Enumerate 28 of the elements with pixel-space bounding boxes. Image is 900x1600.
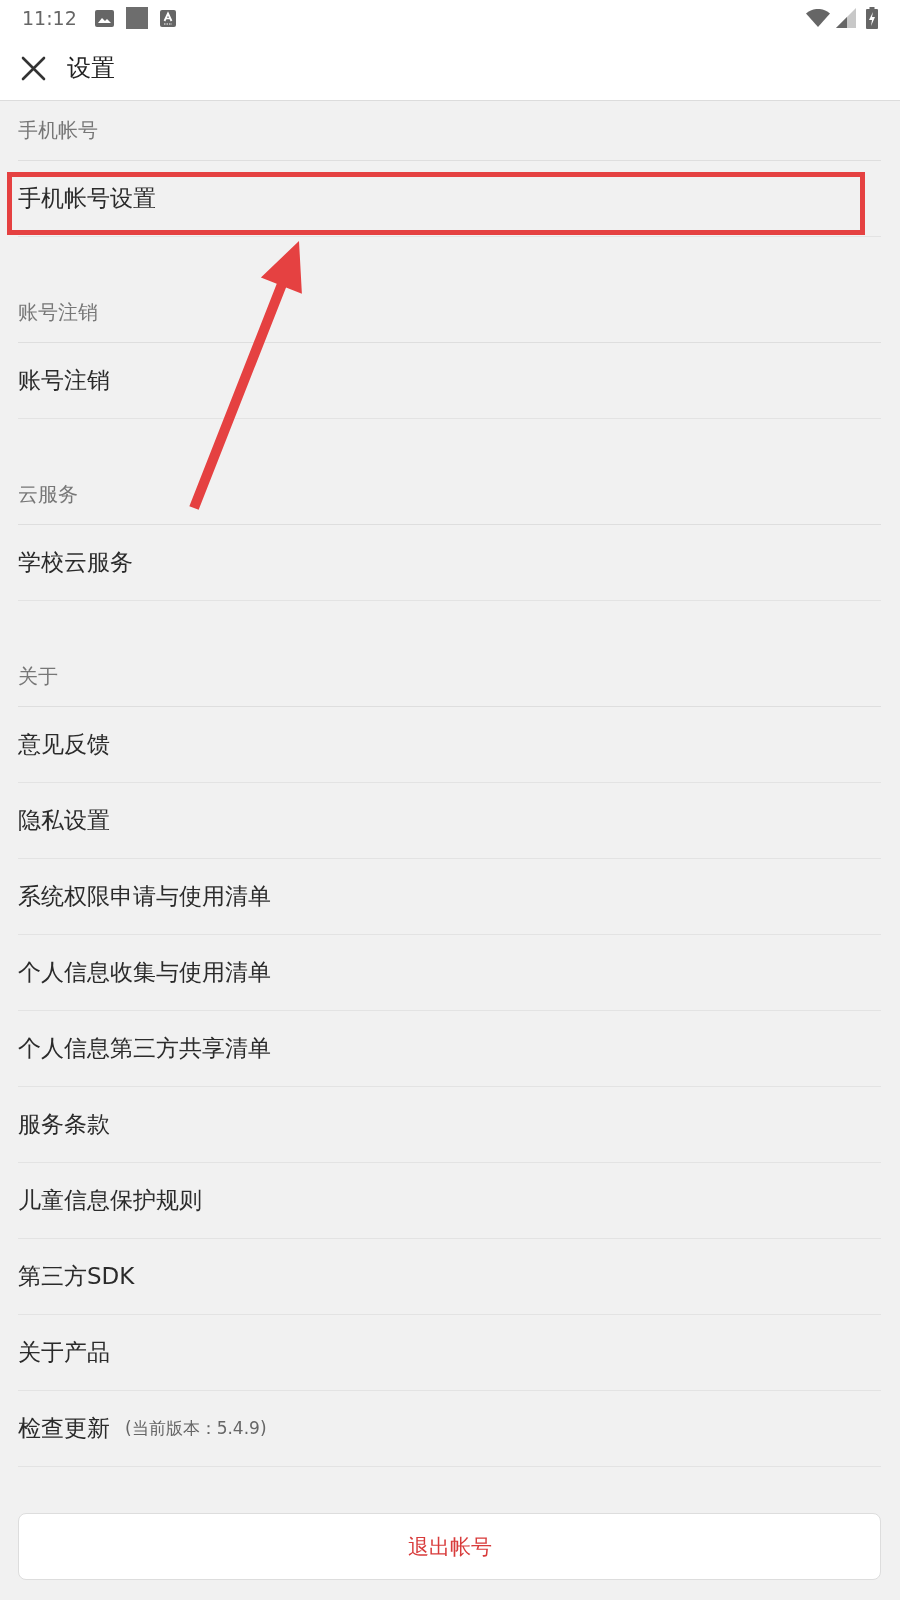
status-time: 11:12 xyxy=(22,7,77,29)
page-title: 设置 xyxy=(67,53,115,84)
settings-row[interactable]: 系统权限申请与使用清单 xyxy=(18,859,881,935)
settings-row[interactable]: 个人信息收集与使用清单 xyxy=(18,935,881,1011)
settings-row[interactable]: 儿童信息保护规则 xyxy=(18,1163,881,1239)
settings-row[interactable]: 学校云服务 xyxy=(18,525,881,601)
settings-row[interactable]: 关于产品 xyxy=(18,1315,881,1391)
settings-row[interactable]: 账号注销 xyxy=(18,343,881,419)
settings-row[interactable]: 意见反馈 xyxy=(18,707,881,783)
logout-button[interactable]: 退出帐号 xyxy=(18,1513,881,1580)
section-header: 云服务 xyxy=(18,481,78,508)
battery-icon xyxy=(866,7,878,29)
section-header: 账号注销 xyxy=(18,299,98,326)
section-header: 关于 xyxy=(18,663,58,690)
font-icon xyxy=(159,9,176,27)
settings-row[interactable]: 服务条款 xyxy=(18,1087,881,1163)
close-icon xyxy=(20,55,46,81)
settings-row[interactable]: 隐私设置 xyxy=(18,783,881,859)
signal-icon xyxy=(836,8,856,28)
version-note: (当前版本：5.4.9) xyxy=(125,1417,267,1440)
settings-row[interactable]: 手机帐号设置 xyxy=(18,161,881,237)
square-icon xyxy=(125,7,148,29)
section-header: 手机帐号 xyxy=(18,117,98,144)
settings-row[interactable]: 个人信息第三方共享清单 xyxy=(18,1011,881,1087)
settings-row[interactable]: 检查更新 (当前版本：5.4.9) xyxy=(18,1391,881,1467)
wifi-icon xyxy=(806,9,830,27)
settings-row[interactable]: 第三方SDK xyxy=(18,1239,881,1315)
image-icon xyxy=(94,9,114,27)
